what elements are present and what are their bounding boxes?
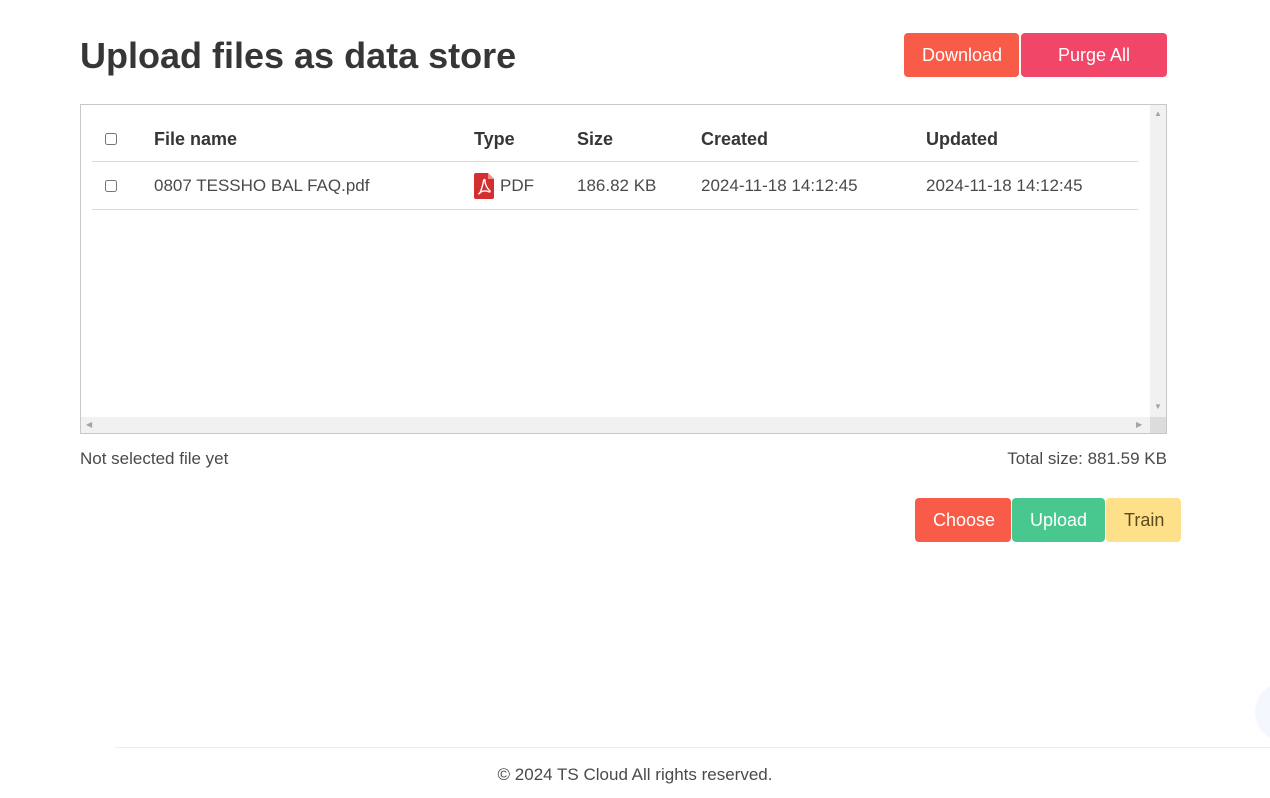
- file-updated-cell: 2024-11-18 14:12:45: [926, 161, 1138, 210]
- column-header-file-name[interactable]: File name: [154, 117, 474, 162]
- total-size: Total size: 881.59 KB: [1007, 449, 1167, 468]
- column-header-updated[interactable]: Updated: [926, 117, 1138, 162]
- vertical-scrollbar[interactable]: ▲ ▼: [1150, 105, 1166, 417]
- scrollbar-corner: [1150, 417, 1166, 433]
- pdf-icon: [474, 172, 494, 199]
- scroll-right-arrow-icon[interactable]: ▶: [1136, 421, 1142, 429]
- row-checkbox[interactable]: [105, 179, 117, 192]
- floating-action-circle[interactable]: [1255, 682, 1270, 742]
- scroll-left-arrow-icon[interactable]: ◀: [86, 421, 92, 429]
- upload-button[interactable]: Upload: [1012, 498, 1105, 542]
- footer-divider: [115, 747, 1270, 748]
- choose-button[interactable]: Choose: [915, 498, 1011, 542]
- purge-all-files-button[interactable]: Purge All Files: [1021, 33, 1167, 109]
- file-table-container: File name Type Size Created Updated 0807…: [80, 104, 1167, 434]
- select-all-checkbox[interactable]: [105, 133, 117, 145]
- page-title: Upload files as data store: [80, 35, 517, 76]
- column-header-created[interactable]: Created: [701, 117, 926, 162]
- selection-status: Not selected file yet: [80, 449, 229, 468]
- file-table: File name Type Size Created Updated 0807…: [92, 117, 1138, 210]
- file-type-cell: PDF: [474, 161, 577, 210]
- table-header-row: File name Type Size Created Updated: [92, 117, 1138, 162]
- train-button[interactable]: Train: [1106, 498, 1181, 542]
- scroll-down-arrow-icon[interactable]: ▼: [1154, 403, 1162, 411]
- file-size-cell: 186.82 KB: [577, 161, 701, 210]
- footer-copyright: © 2024 TS Cloud All rights reserved.: [497, 765, 773, 784]
- table-row[interactable]: 0807 TESSHO BAL FAQ.pdf PDF 186.82 KB 20…: [92, 161, 1138, 210]
- download-button[interactable]: Download: [904, 33, 1019, 77]
- horizontal-scrollbar[interactable]: ◀ ▶: [81, 417, 1150, 433]
- file-created-cell: 2024-11-18 14:12:45: [701, 161, 926, 210]
- column-header-size[interactable]: Size: [577, 117, 701, 162]
- select-all-header: [92, 117, 154, 162]
- file-name-cell: 0807 TESSHO BAL FAQ.pdf: [154, 161, 474, 210]
- column-header-type[interactable]: Type: [474, 117, 577, 162]
- scroll-up-arrow-icon[interactable]: ▲: [1154, 110, 1162, 118]
- row-select-cell: [92, 161, 154, 210]
- file-type-label: PDF: [500, 175, 534, 195]
